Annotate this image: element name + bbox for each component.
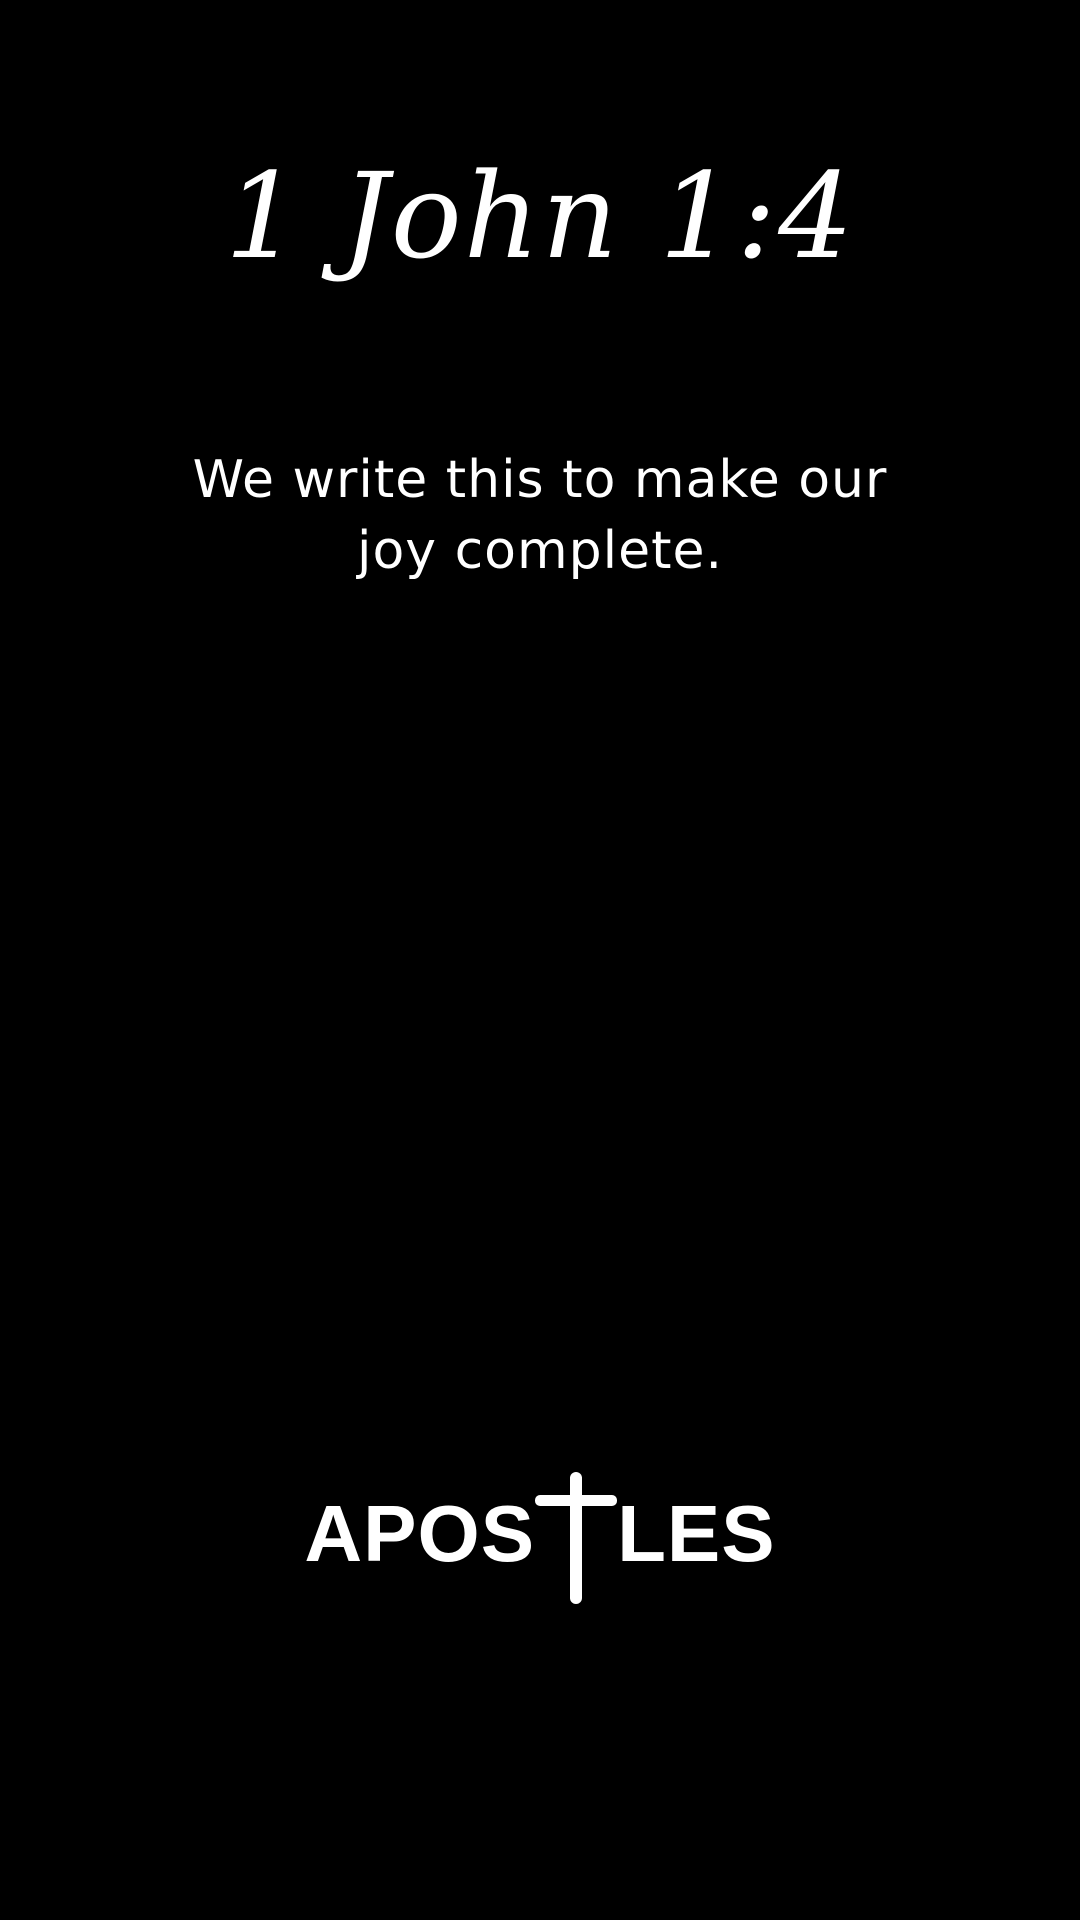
verse-reference: 1 John 1:4: [224, 147, 856, 285]
apostles-logo: APOS LES: [0, 1464, 1080, 1604]
logo-text-start: APOS: [304, 1489, 536, 1578]
logo-text-end: LES: [617, 1489, 776, 1578]
verse-text: We write this to make our joy complete.: [192, 450, 888, 581]
verse-card: 1 John 1:4 We write this to make our joy…: [0, 0, 1080, 1920]
cross-icon: [535, 1472, 618, 1604]
